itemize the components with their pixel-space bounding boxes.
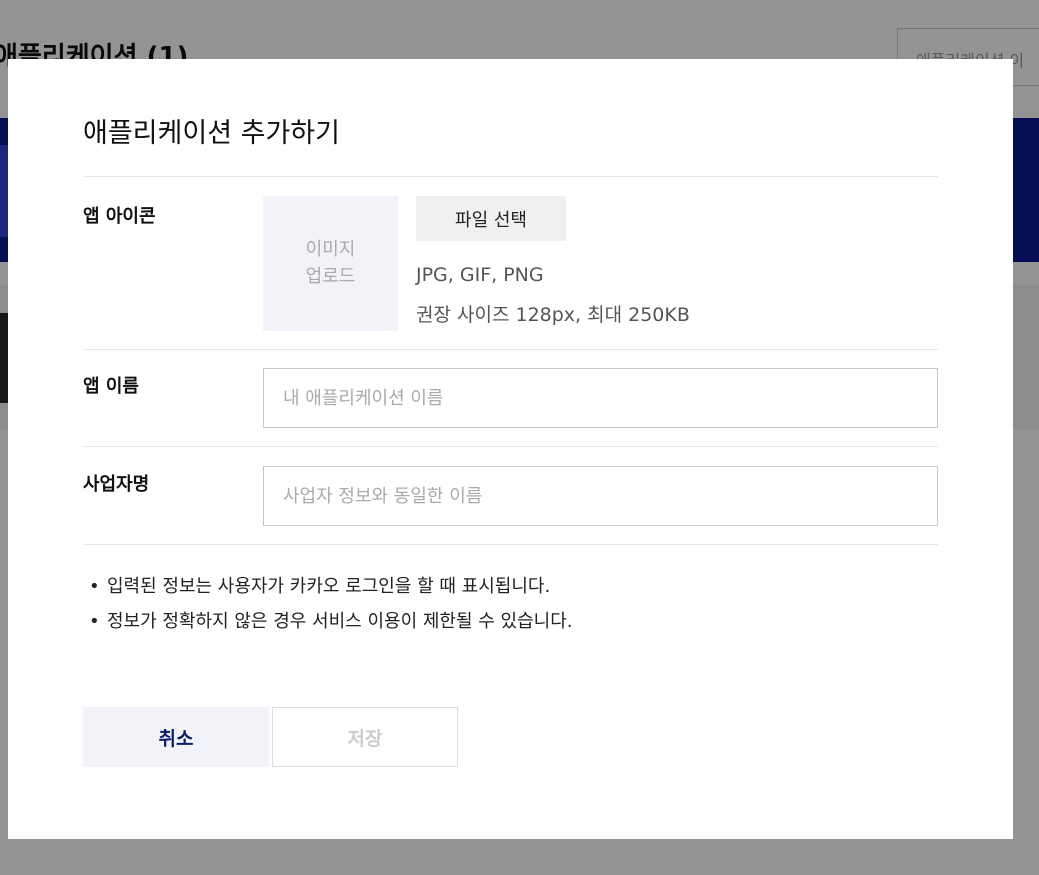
title-divider	[83, 176, 938, 177]
app-name-input[interactable]	[263, 368, 938, 428]
upload-text: 이미지 업로드	[263, 236, 398, 290]
upload-text-line-1: 이미지	[305, 239, 356, 260]
file-formats-hint: JPG, GIF, PNG	[416, 264, 544, 286]
file-select-button[interactable]: 파일 선택	[416, 196, 566, 241]
notice-list: 입력된 정보는 사용자가 카카오 로그인을 할 때 표시됩니다. 정보가 정확하…	[83, 569, 573, 639]
icon-row-divider	[83, 349, 938, 350]
cancel-button[interactable]: 취소	[83, 707, 269, 767]
app-name-label: 앱 이름	[83, 376, 139, 397]
file-size-hint: 권장 사이즈 128px, 최대 250KB	[416, 304, 690, 326]
upload-text-line-2: 업로드	[305, 266, 356, 287]
company-row-divider	[83, 544, 938, 545]
company-name-label: 사업자명	[83, 474, 150, 495]
notice-item: 정보가 정확하지 않은 경우 서비스 이용이 제한될 수 있습니다.	[83, 604, 573, 639]
modal-title: 애플리케이션 추가하기	[83, 118, 340, 149]
save-button[interactable]: 저장	[272, 707, 458, 767]
company-name-input[interactable]	[263, 466, 938, 526]
notice-item: 입력된 정보는 사용자가 카카오 로그인을 할 때 표시됩니다.	[83, 569, 573, 604]
image-upload-box[interactable]: 이미지 업로드	[263, 196, 398, 331]
app-icon-label: 앱 아이콘	[83, 206, 156, 227]
name-row-divider	[83, 446, 938, 447]
add-application-modal: 애플리케이션 추가하기 앱 아이콘 이미지 업로드 파일 선택 JPG, GIF…	[8, 59, 1013, 839]
